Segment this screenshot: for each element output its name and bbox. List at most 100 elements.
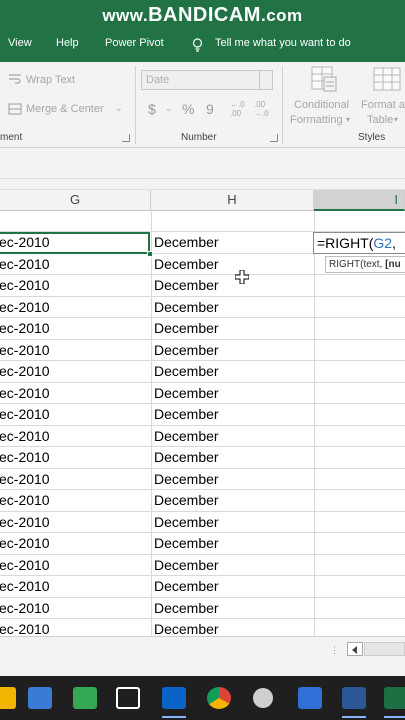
cell-g[interactable]: ec-2010 (0, 297, 149, 319)
column-header-i[interactable]: I (314, 190, 405, 211)
cell-h[interactable]: December (154, 318, 312, 340)
number-format-chevron-icon[interactable] (259, 71, 272, 89)
outlook-icon[interactable] (162, 687, 186, 709)
cell-i[interactable] (315, 297, 405, 319)
cell-h[interactable]: December (154, 490, 312, 512)
decrease-decimal-button[interactable]: .00 →.0 (254, 100, 272, 118)
cell-g[interactable]: ec-2010 (0, 619, 149, 636)
cell-i[interactable] (315, 533, 405, 555)
cell-g[interactable]: ec-2010 (0, 254, 149, 276)
chrome-icon[interactable] (207, 687, 231, 709)
increase-decimal-button[interactable]: ←.0 .00 (230, 100, 248, 118)
cell-i[interactable] (315, 619, 405, 636)
table-row: ec-2010 December (0, 426, 405, 448)
cell-g[interactable]: ec-2010 (0, 512, 149, 534)
store-icon[interactable] (28, 687, 52, 709)
file-explorer-icon[interactable] (0, 687, 16, 709)
cell-h[interactable]: December (154, 275, 312, 297)
scroll-divider-dots[interactable]: ⋮ (330, 645, 340, 656)
cell-h[interactable]: December (154, 555, 312, 577)
cell-h[interactable]: December (154, 512, 312, 534)
cell-h[interactable]: December (154, 533, 312, 555)
cell-g[interactable]: ec-2010 (0, 469, 149, 491)
cell-i[interactable] (315, 340, 405, 362)
column-header-g[interactable]: G (0, 190, 151, 211)
cell-g[interactable]: ec-2010 (0, 426, 149, 448)
meet-icon[interactable] (73, 687, 97, 709)
cell-g[interactable]: ec-2010 (0, 533, 149, 555)
conditional-dropdown-chevron-icon[interactable]: ▾ (346, 115, 350, 124)
cell-h[interactable]: December (154, 232, 312, 254)
cell-h[interactable]: December (154, 619, 312, 636)
cell-h[interactable]: December (154, 297, 312, 319)
horizontal-scrollbar[interactable] (364, 642, 405, 656)
cell-i[interactable] (315, 383, 405, 405)
cell-i[interactable] (315, 275, 405, 297)
cell-i[interactable] (315, 490, 405, 512)
cell-g[interactable]: ec-2010 (0, 598, 149, 620)
cell-i[interactable] (315, 469, 405, 491)
cell-h[interactable]: December (154, 426, 312, 448)
cell-i[interactable] (315, 426, 405, 448)
cell-g[interactable]: ec-2010 (0, 555, 149, 577)
conditional-formatting-button[interactable]: Conditional (294, 99, 349, 111)
cell-i[interactable] (315, 318, 405, 340)
accounting-format-button[interactable]: $ (148, 101, 156, 117)
cell-h[interactable]: December (154, 469, 312, 491)
tell-me-search[interactable]: Tell me what you want to do (215, 37, 351, 49)
snipping-tool-icon[interactable] (298, 687, 322, 709)
cell-i[interactable] (315, 598, 405, 620)
cell-i[interactable] (315, 512, 405, 534)
cell-h[interactable]: December (154, 254, 312, 276)
word-icon[interactable] (342, 687, 366, 709)
alignment-launcher-icon[interactable] (122, 134, 130, 142)
tab-power-pivot[interactable]: Power Pivot (105, 37, 164, 49)
conditional-formatting-label[interactable]: Formatting (290, 114, 343, 126)
cell-h[interactable]: December (154, 598, 312, 620)
cell-g[interactable]: ec-2010 (0, 318, 149, 340)
cell-g[interactable]: ec-2010 (0, 576, 149, 598)
tab-view[interactable]: View (8, 37, 32, 49)
cell-h[interactable]: December (154, 340, 312, 362)
fill-handle[interactable] (147, 251, 153, 257)
format-as-table-label[interactable]: Table (367, 114, 393, 126)
wrap-text-button[interactable]: Wrap Text (26, 74, 75, 86)
excel-icon[interactable] (384, 687, 405, 709)
settings-icon[interactable] (253, 688, 273, 708)
cell-g[interactable]: ec-2010 (0, 361, 149, 383)
format-as-table-button[interactable]: Format a (361, 99, 405, 111)
function-tooltip: RIGHT(text, [nu (325, 256, 405, 273)
table-row: ec-2010 December (0, 275, 405, 297)
cell-h[interactable]: December (154, 576, 312, 598)
cell-g[interactable]: ec-2010 (0, 340, 149, 362)
tab-help[interactable]: Help (56, 37, 79, 49)
column-divider (151, 211, 152, 636)
scroll-left-button[interactable] (347, 642, 363, 656)
cell-g[interactable]: ec-2010 (0, 383, 149, 405)
merge-dropdown-chevron-icon[interactable]: ⌄ (115, 103, 123, 114)
cell-h[interactable]: December (154, 447, 312, 469)
cell-h[interactable]: December (154, 383, 312, 405)
cell-h[interactable]: December (154, 361, 312, 383)
number-format-dropdown[interactable]: Date (141, 70, 273, 90)
cell-g[interactable]: ec-2010 (0, 490, 149, 512)
cell-i[interactable] (315, 361, 405, 383)
cell-i[interactable] (315, 447, 405, 469)
comma-style-button[interactable]: 9 (206, 101, 214, 117)
cell-g[interactable]: ec-2010 (0, 275, 149, 297)
number-launcher-icon[interactable] (270, 134, 278, 142)
percent-style-button[interactable]: % (182, 101, 194, 117)
currency-dropdown-chevron-icon[interactable]: ⌄ (165, 103, 173, 114)
merge-center-button[interactable]: Merge & Center (26, 103, 104, 115)
capcut-icon[interactable] (116, 687, 140, 709)
format-table-dropdown-chevron-icon[interactable]: ▾ (394, 115, 398, 124)
cell-h[interactable]: December (154, 404, 312, 426)
cell-g[interactable]: ec-2010 (0, 447, 149, 469)
selected-range-g2[interactable] (0, 232, 150, 254)
cell-g[interactable]: ec-2010 (0, 404, 149, 426)
cell-i[interactable] (315, 576, 405, 598)
table-row: ec-2010 December (0, 619, 405, 636)
column-header-h[interactable]: H (151, 190, 314, 211)
cell-i[interactable] (315, 404, 405, 426)
cell-i[interactable] (315, 555, 405, 577)
